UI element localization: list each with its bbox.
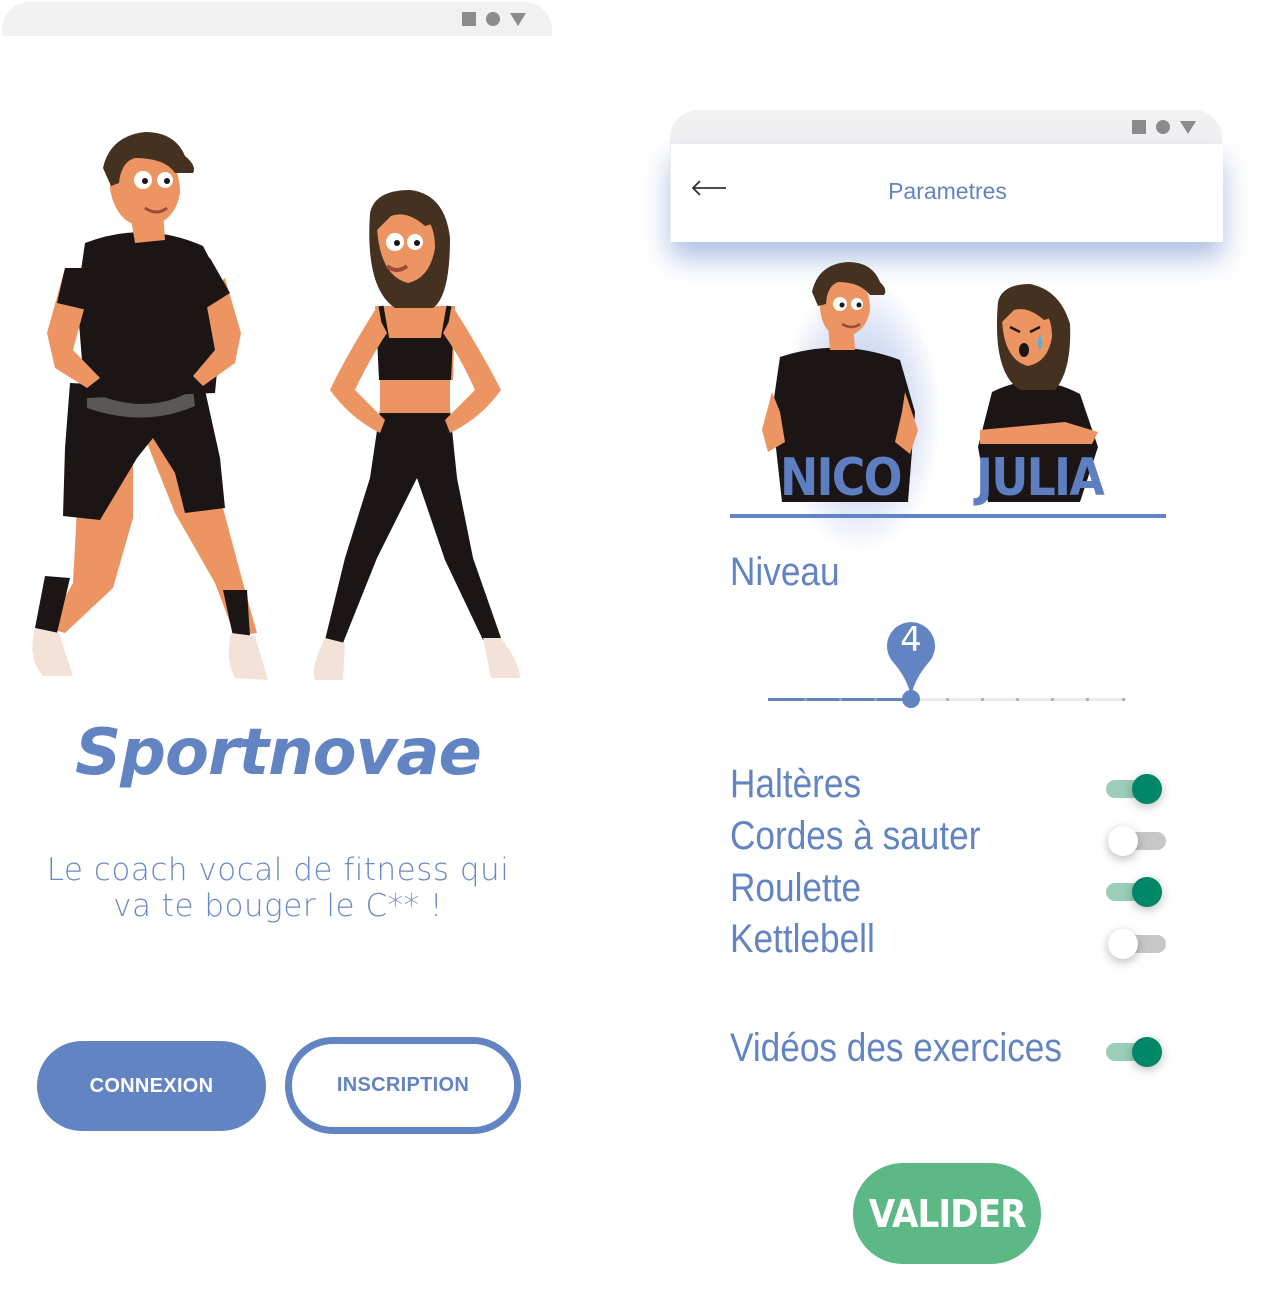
toggle-knob	[1132, 774, 1162, 804]
slider-tick	[1016, 698, 1019, 701]
slider-tick	[804, 698, 807, 701]
slider-tick	[1051, 698, 1054, 701]
inscription-button[interactable]: INSCRIPTION	[285, 1037, 521, 1134]
profile-divider	[730, 514, 1166, 518]
slider-tick	[1122, 698, 1125, 701]
square-icon	[462, 12, 476, 26]
toggle-knob	[1132, 1037, 1162, 1067]
profile-julia[interactable]: JULIA	[976, 448, 1105, 508]
slider-value: 4	[900, 620, 922, 660]
app-title: Sportnovae	[75, 716, 482, 790]
square-icon	[1132, 120, 1146, 134]
system-icons	[1132, 120, 1196, 134]
toggle-halteres[interactable]	[1104, 771, 1164, 807]
valider-label: VALIDER	[868, 1191, 1027, 1236]
slider-tick	[874, 698, 877, 701]
slider-tick	[1086, 698, 1089, 701]
option-label-roulette: Roulette	[730, 866, 862, 910]
option-label-cordes: Cordes à sauter	[730, 814, 981, 858]
valider-button[interactable]: VALIDER	[853, 1163, 1041, 1264]
couple-illustration	[32, 132, 520, 680]
option-label-videos: Vidéos des exercices	[730, 1026, 1062, 1070]
system-icons	[462, 12, 526, 26]
page-title: Parametres	[888, 178, 1007, 204]
circle-icon	[486, 12, 500, 26]
toggle-knob	[1108, 929, 1138, 959]
tagline: Le coach vocal de fitness qui va te boug…	[46, 852, 510, 924]
triangle-down-icon	[1180, 120, 1196, 134]
slider-thumb[interactable]	[902, 690, 920, 708]
right-status-bar	[670, 110, 1222, 144]
connexion-button[interactable]: CONNEXION	[37, 1041, 266, 1131]
toggle-kettlebell[interactable]	[1108, 926, 1168, 962]
toggle-knob	[1132, 877, 1162, 907]
toggle-knob	[1108, 826, 1138, 856]
slider-tick	[946, 698, 949, 701]
triangle-down-icon	[510, 12, 526, 26]
slider-tick	[839, 698, 842, 701]
settings-header: Parametres	[670, 144, 1223, 242]
toggle-roulette[interactable]	[1104, 874, 1164, 910]
man-figure	[32, 132, 268, 680]
slider-tick	[981, 698, 984, 701]
level-slider[interactable]: 4	[766, 612, 1128, 712]
option-label-kettlebell: Kettlebell	[730, 917, 875, 961]
level-label: Niveau	[730, 550, 840, 594]
toggle-cordes[interactable]	[1108, 823, 1168, 859]
left-status-bar	[2, 2, 552, 36]
option-label-halteres: Haltères	[730, 762, 862, 806]
profile-nico[interactable]: NICO	[780, 448, 903, 508]
woman-figure	[313, 190, 520, 680]
circle-icon	[1156, 120, 1170, 134]
toggle-videos[interactable]	[1104, 1034, 1164, 1070]
